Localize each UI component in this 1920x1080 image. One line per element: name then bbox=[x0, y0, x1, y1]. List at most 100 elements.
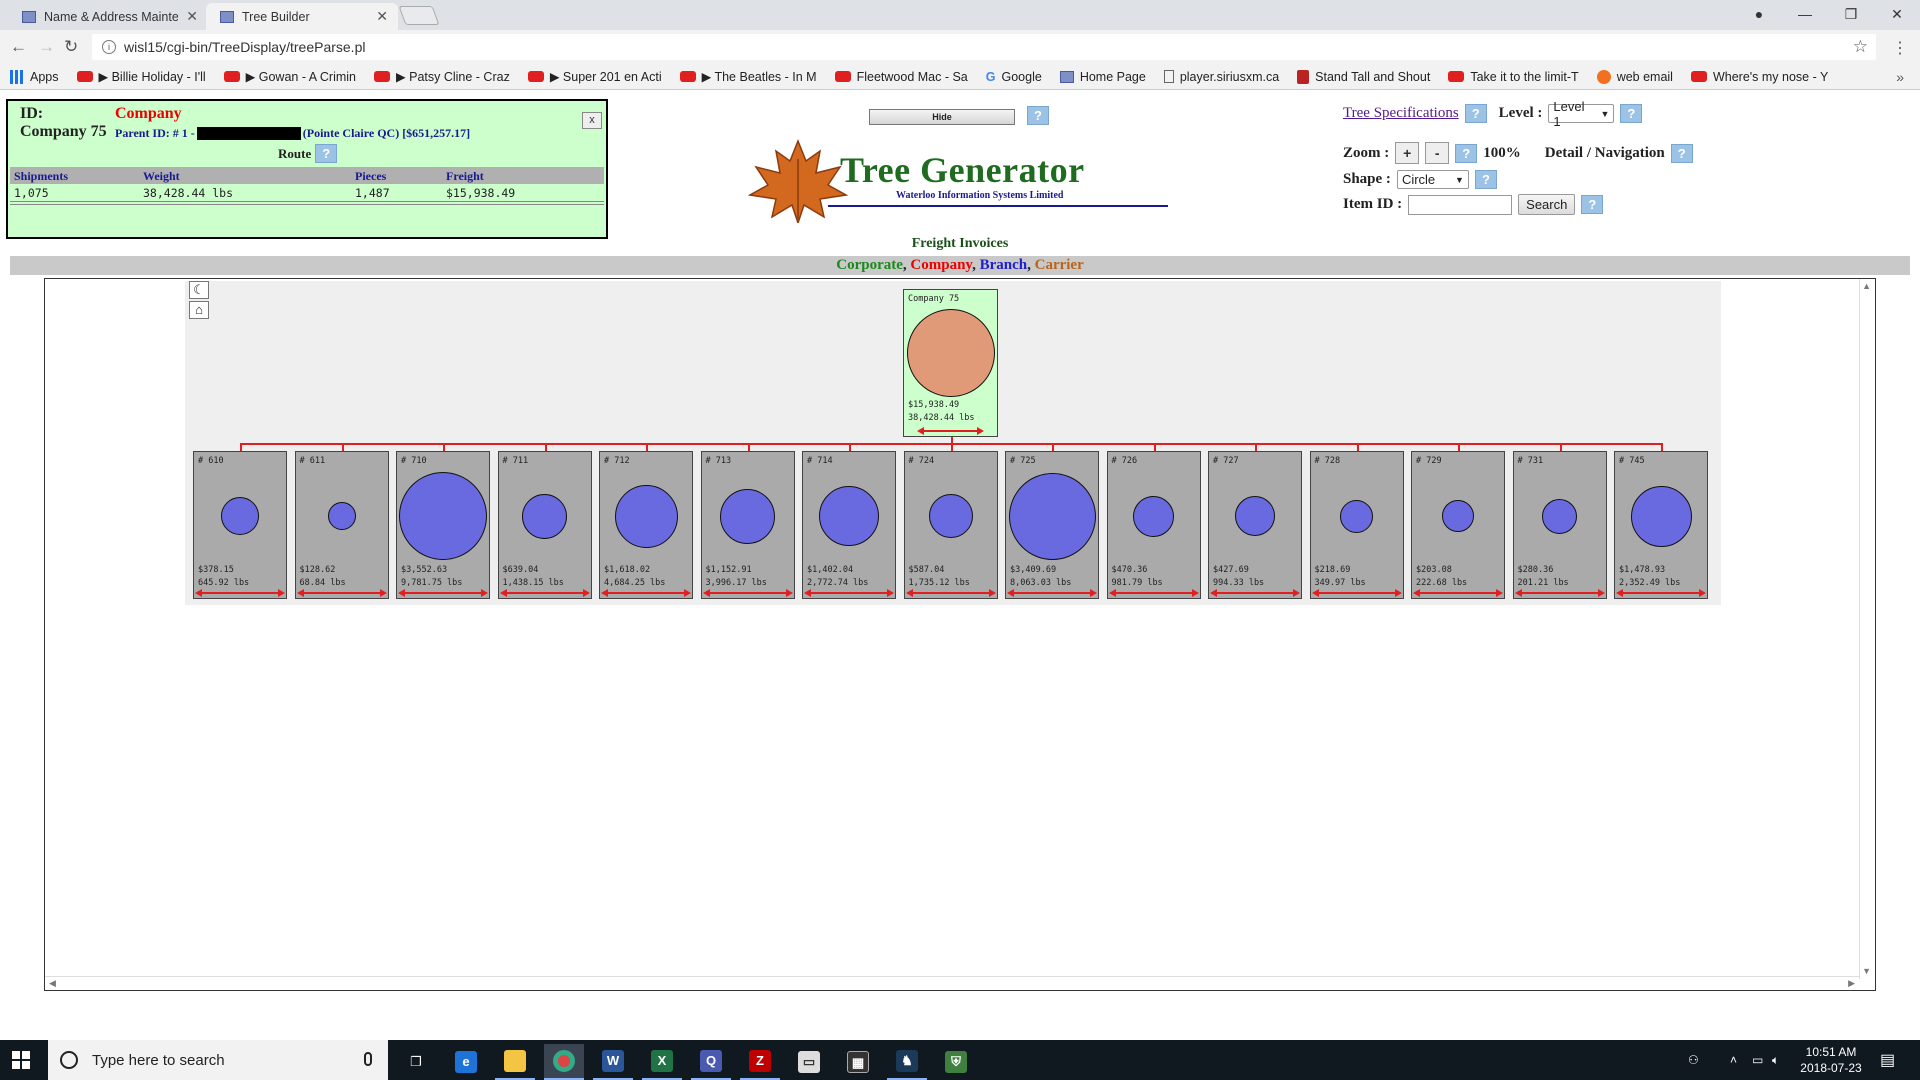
taskbar-search-box[interactable]: Type here to search bbox=[48, 1040, 388, 1080]
node-nav-arrows[interactable] bbox=[1108, 589, 1199, 597]
notifications-icon[interactable]: ▤ bbox=[1880, 1040, 1895, 1080]
bookmark-item[interactable]: web email bbox=[1596, 69, 1673, 84]
reload-icon[interactable]: ↻ bbox=[64, 37, 78, 57]
shield-app-icon[interactable]: ⛨ bbox=[936, 1044, 976, 1080]
task-view-icon[interactable]: ❐ bbox=[396, 1044, 436, 1080]
close-panel-button[interactable]: x bbox=[582, 112, 602, 129]
detail-help-button[interactable]: ? bbox=[1670, 143, 1693, 163]
zoom-help-button[interactable]: ? bbox=[1455, 143, 1478, 163]
tree-canvas[interactable]: ☾ ⌂ Company 75 $15,938.49 38,428.44 lbs # 6… bbox=[44, 278, 1876, 991]
moon-icon[interactable]: ☾ bbox=[189, 281, 209, 299]
remote-app-icon[interactable]: Q bbox=[691, 1044, 731, 1080]
browser-menu-icon[interactable]: ⋮ bbox=[1892, 38, 1908, 58]
horse-app-icon[interactable]: ♞ bbox=[887, 1044, 927, 1080]
windows-start-icon[interactable] bbox=[12, 1051, 30, 1069]
child-node[interactable]: # 727 $427.69 994.33 lbs bbox=[1208, 451, 1302, 599]
child-node[interactable]: # 610 $378.15 645.92 lbs bbox=[193, 451, 287, 599]
forward-icon[interactable]: → bbox=[38, 37, 55, 57]
file-explorer-icon[interactable] bbox=[495, 1044, 535, 1080]
bookmark-home[interactable]: Home Page bbox=[1059, 70, 1146, 84]
close-window-button[interactable]: ✕ bbox=[1874, 0, 1920, 28]
child-node[interactable]: # 729 $203.08 222.68 lbs bbox=[1411, 451, 1505, 599]
node-nav-arrows[interactable] bbox=[905, 589, 996, 597]
node-nav-arrows[interactable] bbox=[1311, 589, 1402, 597]
tab-name-address[interactable]: Name & Address Mainte ✕ bbox=[8, 3, 208, 30]
tree-spec-help-button[interactable]: ? bbox=[1464, 104, 1487, 123]
node-nav-arrows[interactable] bbox=[601, 589, 691, 597]
node-nav-arrows[interactable] bbox=[1210, 589, 1300, 597]
volume-icon[interactable]: 🔈︎ bbox=[1772, 1040, 1779, 1080]
taskbar-clock[interactable]: 10:51 AM 2018-07-23 bbox=[1790, 1044, 1872, 1076]
tab-tree-builder[interactable]: Tree Builder ✕ bbox=[206, 3, 398, 30]
edge-icon[interactable]: e bbox=[446, 1044, 486, 1080]
node-nav-arrows[interactable] bbox=[804, 589, 894, 597]
child-node[interactable]: # 710 $3,552.63 9,781.75 lbs bbox=[396, 451, 490, 599]
child-node[interactable]: # 714 $1,402.04 2,772.74 lbs bbox=[802, 451, 896, 599]
child-node[interactable]: # 725 $3,409.69 8,063.03 lbs bbox=[1005, 451, 1099, 599]
bookmark-item[interactable]: Where's my nose - Y bbox=[1690, 70, 1828, 84]
child-node[interactable]: # 712 $1,618.02 4,684.25 lbs bbox=[599, 451, 693, 599]
scroll-up-icon[interactable]: ▲ bbox=[1862, 281, 1871, 291]
bookmark-item[interactable]: Fleetwood Mac - Sa bbox=[834, 70, 968, 84]
item-id-input[interactable] bbox=[1408, 194, 1513, 215]
scroll-left-icon[interactable]: ◀ bbox=[49, 978, 56, 989]
bookmark-item[interactable]: Stand Tall and Shout bbox=[1297, 69, 1430, 84]
tree-specifications-link[interactable]: Tree Specifications bbox=[1343, 105, 1459, 122]
microphone-icon[interactable] bbox=[364, 1052, 372, 1066]
child-node[interactable]: # 731 $280.36 201.21 lbs bbox=[1512, 451, 1607, 599]
vertical-scrollbar[interactable] bbox=[1859, 279, 1875, 979]
new-tab-button[interactable] bbox=[398, 6, 440, 25]
node-nav-arrows[interactable] bbox=[499, 589, 590, 597]
node-nav-arrows[interactable] bbox=[702, 589, 793, 597]
level-select[interactable]: Level 1 ▼ bbox=[1548, 99, 1615, 129]
horizontal-scrollbar[interactable] bbox=[45, 976, 1860, 990]
shape-select[interactable]: Circle ▼ bbox=[1396, 170, 1469, 189]
calculator-icon[interactable]: ▦ bbox=[838, 1044, 878, 1080]
level-help-button[interactable]: ? bbox=[1620, 104, 1643, 123]
window-app-icon[interactable]: ▭ bbox=[789, 1044, 829, 1080]
bookmark-item[interactable]: ▶ Patsy Cline - Craz bbox=[374, 69, 510, 84]
child-node[interactable]: # 724 $587.04 1,735.12 lbs bbox=[903, 451, 998, 599]
minimize-button[interactable]: — bbox=[1782, 0, 1828, 28]
search-help-button[interactable]: ? bbox=[1581, 195, 1604, 214]
child-node[interactable]: # 711 $639.04 1,438.15 lbs bbox=[497, 451, 592, 599]
node-nav-arrows[interactable] bbox=[1007, 589, 1097, 597]
bookmark-apps[interactable]: Apps bbox=[10, 69, 59, 84]
search-button[interactable]: Search bbox=[1518, 194, 1576, 215]
filezilla-icon[interactable]: Z bbox=[740, 1044, 780, 1080]
scroll-right-icon[interactable]: ▶ bbox=[1848, 978, 1855, 989]
child-node[interactable]: # 728 $218.69 349.97 lbs bbox=[1309, 451, 1404, 599]
route-help-button[interactable]: ? bbox=[315, 144, 338, 163]
site-info-icon[interactable]: i bbox=[102, 40, 116, 54]
bookmark-star-icon[interactable]: ☆ bbox=[1853, 37, 1868, 57]
hide-help-button[interactable]: ? bbox=[1027, 106, 1049, 125]
bookmark-item[interactable]: ▶ Super 201 en Acti bbox=[527, 69, 662, 84]
close-tab-icon[interactable]: ✕ bbox=[376, 8, 388, 25]
bookmark-item[interactable]: ▶ The Beatles - In M bbox=[679, 69, 817, 84]
node-nav-arrows[interactable] bbox=[1514, 589, 1605, 597]
node-nav-arrows[interactable] bbox=[195, 589, 285, 597]
people-icon[interactable]: ⚇ bbox=[1688, 1040, 1699, 1080]
back-icon[interactable]: ← bbox=[10, 37, 27, 57]
close-tab-icon[interactable]: ✕ bbox=[186, 8, 198, 25]
bookmark-item[interactable]: Take it to the limit-T bbox=[1448, 70, 1579, 84]
excel-icon[interactable]: X bbox=[642, 1044, 682, 1080]
address-bar[interactable]: i wisl15/cgi-bin/TreeDisplay/treeParse.p… bbox=[92, 34, 1876, 60]
node-nav-arrows[interactable] bbox=[1413, 589, 1503, 597]
word-icon[interactable]: W bbox=[593, 1044, 633, 1080]
network-icon[interactable]: ▭ bbox=[1752, 1040, 1763, 1080]
bookmark-item[interactable]: player.siriusxm.ca bbox=[1163, 70, 1279, 84]
child-node[interactable]: # 713 $1,152.91 3,996.17 lbs bbox=[700, 451, 795, 599]
bookmark-item[interactable]: ▶ Gowan - A Crimin bbox=[223, 69, 356, 84]
zoom-in-button[interactable]: + bbox=[1395, 142, 1420, 164]
bookmark-google[interactable]: G Google bbox=[986, 70, 1042, 84]
child-node[interactable]: # 745 $1,478.93 2,352.49 lbs bbox=[1614, 451, 1708, 599]
profile-icon[interactable]: ● bbox=[1736, 0, 1782, 28]
node-nav-arrows[interactable] bbox=[917, 427, 984, 435]
more-bookmarks-icon[interactable]: » bbox=[1896, 69, 1904, 85]
shape-help-button[interactable]: ? bbox=[1474, 170, 1497, 189]
chrome-icon[interactable] bbox=[544, 1044, 584, 1080]
child-node[interactable]: # 726 $470.36 981.79 lbs bbox=[1106, 451, 1201, 599]
node-nav-arrows[interactable] bbox=[398, 589, 488, 597]
node-nav-arrows[interactable] bbox=[1616, 589, 1706, 597]
